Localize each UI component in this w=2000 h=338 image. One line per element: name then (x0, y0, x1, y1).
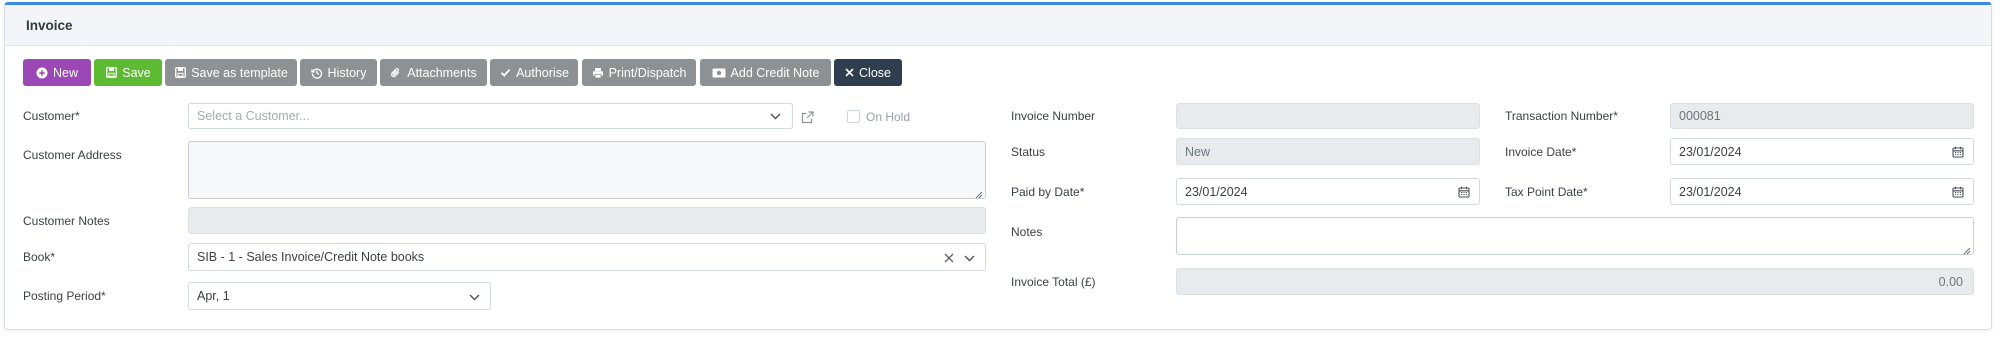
posting-period-label: Posting Period* (23, 289, 106, 303)
customer-notes-field (188, 207, 986, 234)
new-button[interactable]: New (23, 59, 91, 86)
authorise-button-label: Authorise (516, 65, 569, 80)
invoice-number-field (1176, 103, 1480, 129)
save-button[interactable]: Save (94, 59, 162, 86)
calendar-icon[interactable] (1951, 145, 1965, 159)
notes-textarea[interactable] (1176, 217, 1974, 255)
save-button-label: Save (122, 65, 151, 80)
floppy-disk-icon (105, 67, 117, 79)
invoice-date-label: Invoice Date* (1505, 145, 1577, 159)
paid-by-date-field[interactable]: 23/01/2024 (1176, 178, 1480, 205)
paperclip-icon (390, 67, 402, 79)
book-label: Book* (23, 250, 56, 264)
transaction-number-value: 000081 (1679, 109, 1721, 123)
status-value: New (1185, 144, 1211, 159)
panel-header: Invoice (5, 5, 1991, 46)
customer-address-label: Customer Address (23, 148, 122, 162)
history-icon (310, 67, 323, 79)
customer-address-textarea[interactable] (188, 141, 986, 199)
history-button[interactable]: History (300, 59, 377, 86)
tax-point-date-field[interactable]: 23/01/2024 (1670, 178, 1974, 205)
add-credit-note-button[interactable]: Add Credit Note (700, 59, 831, 86)
status-field: New (1176, 138, 1480, 165)
status-label: Status (1011, 145, 1046, 159)
authorise-button[interactable]: Authorise (490, 59, 578, 86)
new-button-label: New (52, 65, 78, 80)
posting-period-value: Apr, 1 (197, 289, 230, 303)
close-button[interactable]: Close (834, 59, 902, 86)
print-dispatch-button-label: Print/Dispatch (608, 65, 687, 80)
printer-icon (592, 67, 604, 79)
save-as-template-label: Save as template (191, 65, 288, 80)
print-dispatch-button[interactable]: Print/Dispatch (582, 59, 696, 86)
resize-grip-icon[interactable] (1963, 244, 1971, 255)
chevron-down-icon (768, 109, 782, 123)
notes-label: Notes (1011, 225, 1043, 239)
on-hold-checkbox[interactable] (847, 110, 860, 123)
chevron-down-icon (962, 251, 976, 265)
attachments-button-label: Attachments (407, 65, 477, 80)
invoice-total-field: 0.00 (1176, 268, 1974, 295)
history-button-label: History (327, 65, 367, 80)
transaction-number-label: Transaction Number* (1505, 109, 1618, 123)
floppy-disk-icon (174, 67, 186, 79)
posting-period-select[interactable]: Apr, 1 (188, 282, 491, 310)
calendar-icon[interactable] (1951, 185, 1965, 199)
attachments-button[interactable]: Attachments (380, 59, 487, 86)
customer-select[interactable]: Select a Customer... (188, 103, 793, 129)
tax-point-date-value: 23/01/2024 (1679, 184, 1742, 199)
customer-placeholder: Select a Customer... (197, 109, 310, 123)
invoice-total-value: 0.00 (1938, 274, 1963, 289)
customer-label: Customer* (23, 109, 80, 123)
close-icon (845, 67, 854, 79)
customer-notes-label: Customer Notes (23, 214, 110, 228)
invoice-total-label: Invoice Total (£) (1011, 275, 1096, 289)
invoice-number-label: Invoice Number (1011, 109, 1096, 123)
page-title: Invoice (26, 18, 73, 33)
invoice-date-value: 23/01/2024 (1679, 144, 1742, 159)
paid-by-date-value: 23/01/2024 (1185, 184, 1248, 199)
money-bill-icon (712, 67, 726, 79)
plus-circle-icon (36, 67, 48, 79)
tax-point-date-label: Tax Point Date* (1505, 185, 1588, 199)
calendar-icon[interactable] (1457, 185, 1471, 199)
clear-icon[interactable] (942, 251, 956, 265)
check-icon (499, 67, 511, 79)
book-value: SIB - 1 - Sales Invoice/Credit Note book… (197, 250, 425, 264)
close-button-label: Close (859, 65, 891, 80)
save-as-template-button[interactable]: Save as template (165, 59, 297, 86)
transaction-number-field: 000081 (1670, 103, 1974, 129)
external-link-icon[interactable] (800, 110, 814, 124)
add-credit-note-label: Add Credit Note (730, 65, 820, 80)
on-hold-label: On Hold (866, 110, 911, 124)
book-select[interactable]: SIB - 1 - Sales Invoice/Credit Note book… (188, 243, 986, 271)
invoice-date-field[interactable]: 23/01/2024 (1670, 138, 1974, 165)
chevron-down-icon (467, 290, 481, 304)
resize-grip-icon[interactable] (975, 188, 983, 199)
paid-by-date-label: Paid by Date* (1011, 185, 1085, 199)
